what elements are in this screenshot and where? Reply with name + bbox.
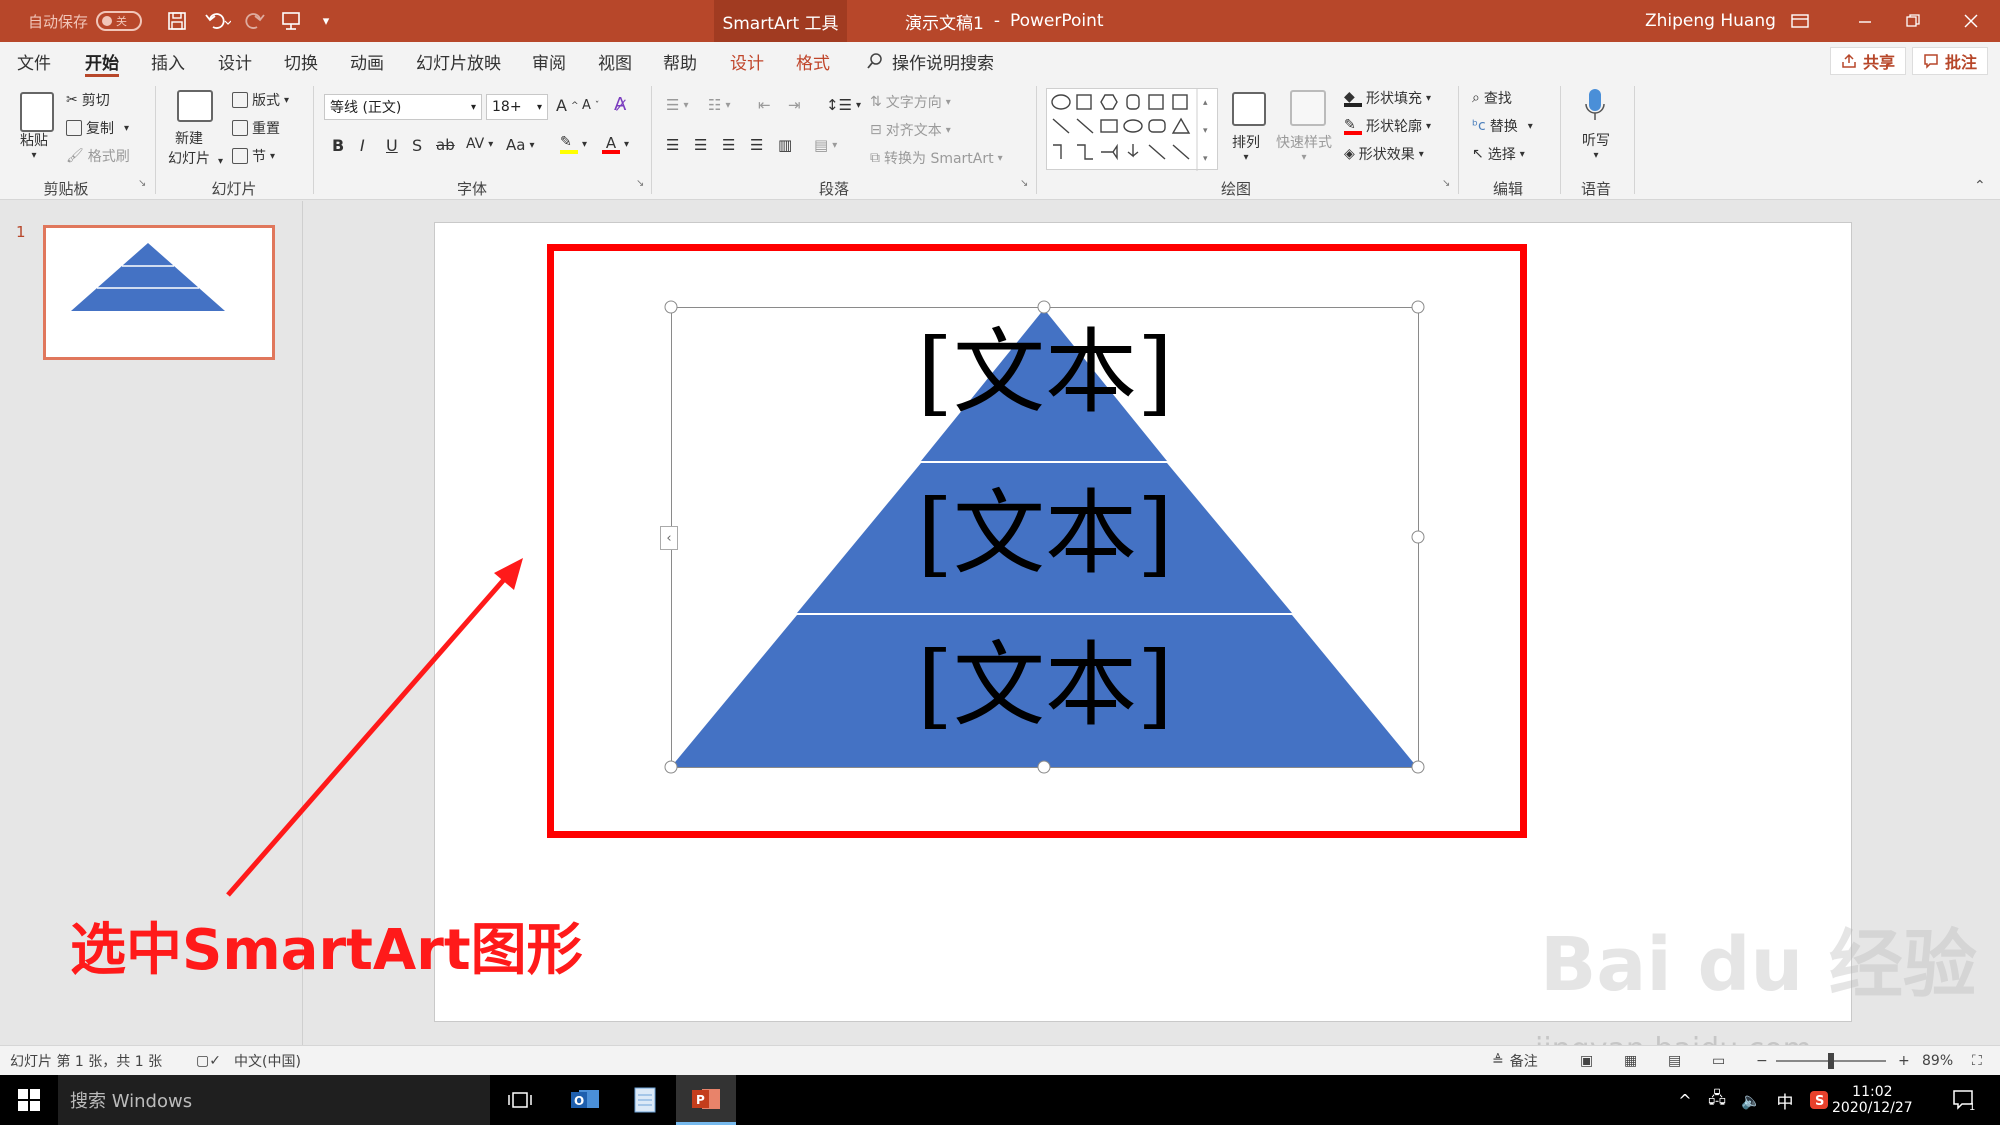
notepad-app-icon[interactable]: [615, 1075, 675, 1125]
taskbar-search-input[interactable]: 搜索 Windows: [58, 1075, 490, 1125]
windows-start-icon[interactable]: [0, 1075, 58, 1125]
system-clock[interactable]: 11:02 2020/12/27: [1832, 1075, 1913, 1125]
zoom-slider-thumb[interactable]: [1828, 1053, 1834, 1069]
outlook-app-icon[interactable]: O: [555, 1075, 615, 1125]
watermark-logo: Bai du 经验: [1540, 922, 1977, 1008]
sogou-ime-icon[interactable]: S: [1804, 1075, 1834, 1125]
show-hidden-icons-icon[interactable]: ^: [1670, 1075, 1700, 1125]
svg-text:O: O: [574, 1094, 584, 1108]
status-bar: 幻灯片 第 1 张，共 1 张 ▢✓ 中文(中国) ≜ 备注 ▣ ▦ ▤ ▭ − …: [0, 1045, 2000, 1075]
zoom-slider[interactable]: [1776, 1046, 1886, 1076]
task-view-icon[interactable]: [490, 1075, 550, 1125]
windows-taskbar: 搜索 Windows O P ^ 🖧 🔈 中 S 11:02 2020/12/2…: [0, 1075, 2000, 1125]
svg-text:S: S: [1815, 1094, 1824, 1109]
accessibility-icon[interactable]: ▢✓: [196, 1046, 221, 1076]
slideshow-view-icon[interactable]: ▭: [1712, 1046, 1725, 1076]
zoom-out-icon[interactable]: −: [1756, 1046, 1768, 1076]
notes-button[interactable]: ≜ 备注: [1492, 1046, 1538, 1076]
slide-sorter-icon[interactable]: ▦: [1624, 1046, 1637, 1076]
notification-count: 1: [1969, 1102, 1975, 1111]
volume-icon[interactable]: 🔈: [1736, 1075, 1766, 1125]
zoom-in-icon[interactable]: +: [1898, 1046, 1910, 1076]
zoom-level[interactable]: 89%: [1922, 1046, 1953, 1076]
clock-time: 11:02: [1852, 1084, 1893, 1100]
notes-label: 备注: [1509, 1054, 1538, 1070]
notification-center-icon[interactable]: 1: [1940, 1075, 1990, 1125]
fit-to-window-icon[interactable]: ⛶: [1972, 1046, 1982, 1076]
annotation-text: 选中SmartArt图形: [70, 918, 583, 983]
reading-view-icon[interactable]: ▤: [1668, 1046, 1681, 1076]
powerpoint-app-icon[interactable]: P: [676, 1075, 736, 1125]
network-icon[interactable]: 🖧: [1702, 1075, 1732, 1125]
ime-indicator[interactable]: 中: [1768, 1075, 1802, 1125]
clock-date: 2020/12/27: [1832, 1100, 1913, 1116]
notes-icon: ≜: [1492, 1053, 1504, 1069]
slide-count: 幻灯片 第 1 张，共 1 张: [10, 1054, 163, 1070]
normal-view-icon[interactable]: ▣: [1580, 1046, 1593, 1076]
svg-text:P: P: [696, 1093, 705, 1107]
language-indicator[interactable]: 中文(中国): [234, 1046, 301, 1076]
